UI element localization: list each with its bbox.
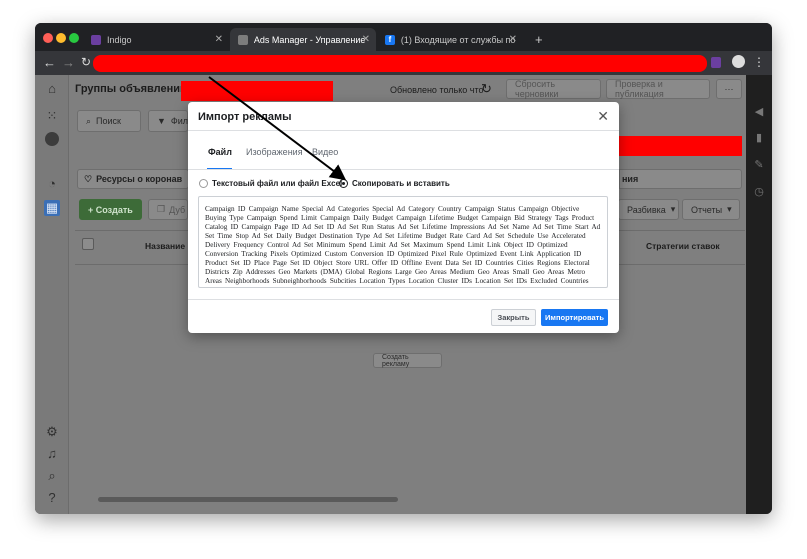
copy-icon: ❐ — [157, 204, 166, 214]
review-publish-button[interactable]: Проверка и публикация — [606, 79, 710, 99]
forward-arrow-icon[interactable]: → — [62, 55, 75, 70]
radio-copy-paste[interactable]: Скопировать и вставить — [339, 179, 450, 188]
duplicate-label: Дуб — [169, 204, 186, 215]
refresh-icon[interactable]: ↻ — [481, 81, 492, 97]
back-arrow-icon[interactable]: ← — [43, 55, 56, 70]
radio-text-file-label: Текстовый файл или файл Excel — [212, 179, 343, 188]
chevron-down-icon: ▾ — [727, 204, 732, 214]
tab-ads-manager[interactable]: Ads Manager - Управление рек ✕ — [230, 28, 376, 51]
divider — [188, 130, 619, 131]
table-icon[interactable]: ▦ — [44, 200, 60, 216]
covid-resources-banner[interactable]: ♡ Ресурсы о коронав — [77, 169, 189, 189]
maximize-window-button[interactable] — [69, 33, 79, 43]
filter-icon: ▼ — [157, 116, 166, 126]
tab-images[interactable]: Изображения — [246, 147, 303, 157]
extension-icon[interactable] — [711, 57, 721, 68]
help-icon[interactable]: ? — [44, 490, 60, 506]
bar-chart-icon[interactable]: ▮ — [753, 132, 765, 144]
reports-label: Отчеты — [691, 204, 723, 215]
breakdown-label: Разбивка — [627, 204, 666, 215]
divider — [188, 169, 619, 170]
close-icon[interactable]: ✕ — [509, 34, 517, 45]
reports-button[interactable]: Отчеты ▾ — [682, 199, 740, 220]
duplicate-button[interactable]: ❐ Дуб — [148, 199, 188, 220]
radio-copy-paste-label: Скопировать и вставить — [352, 179, 450, 188]
resources-label: Ресурсы о коронав — [96, 174, 183, 184]
profile-avatar-icon[interactable] — [732, 55, 745, 68]
create-button[interactable]: + Создать — [79, 199, 142, 220]
radio-circle-selected — [339, 179, 348, 188]
clock-icon[interactable]: ◷ — [753, 186, 765, 198]
browser-window: Indigo ✕ Ads Manager - Управление рек ✕ … — [35, 23, 772, 514]
filter-label: Фил — [170, 116, 189, 126]
more-options-button[interactable]: ··· — [716, 79, 742, 99]
redacted-block — [618, 136, 742, 156]
dashboard-gauge-icon[interactable]: ◔ — [44, 176, 60, 192]
search-icon: ⌕ — [86, 115, 92, 126]
tab-facebook-inbox[interactable]: f (1) Входящие от службы подде ✕ — [377, 28, 523, 51]
shield-heart-icon: ♡ — [84, 173, 93, 184]
search-icon[interactable]: ⌕ — [44, 468, 60, 484]
left-navigation: ⌂ ⁙ ◔ ▦ ⚙ ♫ ⌕ ? ▤ — [35, 75, 69, 514]
minimize-window-button[interactable] — [56, 33, 66, 43]
facebook-icon: f — [385, 34, 395, 45]
close-icon[interactable]: ✕ — [597, 108, 609, 125]
right-side-panel: ◀ ▮ ✎ ◷ — [746, 75, 772, 514]
chevron-down-icon: ▾ — [670, 204, 676, 214]
search-label: Поиск — [96, 116, 121, 126]
paste-textarea[interactable]: Campaign ID Campaign Name Special Ad Cat… — [198, 196, 608, 288]
redacted-block — [181, 81, 333, 101]
arrow-left-circle-icon[interactable]: ◀ — [753, 106, 765, 118]
new-tab-button[interactable]: + — [527, 28, 547, 51]
tab-title: Indigo — [107, 34, 132, 45]
dialog-title: Импорт рекламы — [198, 111, 292, 123]
tab-indigo[interactable]: Indigo ✕ — [83, 28, 229, 51]
account-avatar[interactable] — [45, 132, 59, 146]
updated-status: Обновлено только что — [390, 85, 484, 95]
tab-title: Ads Manager - Управление рек — [253, 34, 368, 45]
page-title: Группы объявлений — [75, 83, 187, 95]
home-icon[interactable]: ⌂ — [44, 81, 60, 97]
report-icon[interactable]: ▤ — [44, 512, 60, 514]
close-icon[interactable]: ✕ — [362, 34, 370, 45]
create-ad-button[interactable]: Создать рекламу — [373, 353, 442, 368]
ads-manager-icon — [238, 34, 248, 45]
edit-pencil-icon[interactable]: ✎ — [753, 159, 765, 171]
indigo-icon — [91, 34, 101, 45]
import-ads-dialog: Импорт рекламы ✕ Файл Изображения Видео … — [188, 102, 619, 333]
horizontal-scrollbar[interactable] — [98, 497, 398, 502]
close-window-button[interactable] — [43, 33, 53, 43]
settings-gear-icon[interactable]: ⚙ — [44, 424, 60, 440]
select-all-checkbox[interactable] — [82, 238, 94, 250]
section-right-label: ния — [622, 174, 639, 184]
divider — [188, 299, 619, 300]
import-button[interactable]: Импортировать — [541, 309, 608, 326]
browser-toolbar: ← → ↻ ⋮ — [35, 51, 772, 75]
tab-file[interactable]: Файл — [208, 147, 232, 157]
tab-bar: Indigo ✕ Ads Manager - Управление рек ✕ … — [35, 23, 772, 51]
close-button[interactable]: Закрыть — [491, 309, 536, 326]
menu-kebab-icon[interactable]: ⋮ — [753, 55, 765, 69]
tab-title: (1) Входящие от службы подде — [400, 34, 515, 45]
section-header-right: ния — [619, 169, 742, 189]
tab-video[interactable]: Видео — [312, 147, 338, 157]
radio-circle — [199, 179, 208, 188]
breakdown-button[interactable]: Разбивка ▾ — [618, 199, 679, 220]
column-header-bid-strategy: Стратегии ставок — [646, 241, 720, 251]
search-button[interactable]: ⌕ Поиск — [77, 110, 141, 132]
bell-icon[interactable]: ♫ — [44, 446, 60, 462]
apps-grid-icon[interactable]: ⁙ — [44, 108, 60, 124]
discard-drafts-button[interactable]: Сбросить черновики — [506, 79, 601, 99]
reload-icon[interactable]: ↻ — [81, 55, 91, 69]
close-icon[interactable]: ✕ — [215, 34, 223, 45]
filter-button[interactable]: ▼ Фил — [148, 110, 188, 132]
address-bar-redacted[interactable] — [93, 55, 707, 72]
radio-text-file[interactable]: Текстовый файл или файл Excel — [199, 179, 342, 188]
